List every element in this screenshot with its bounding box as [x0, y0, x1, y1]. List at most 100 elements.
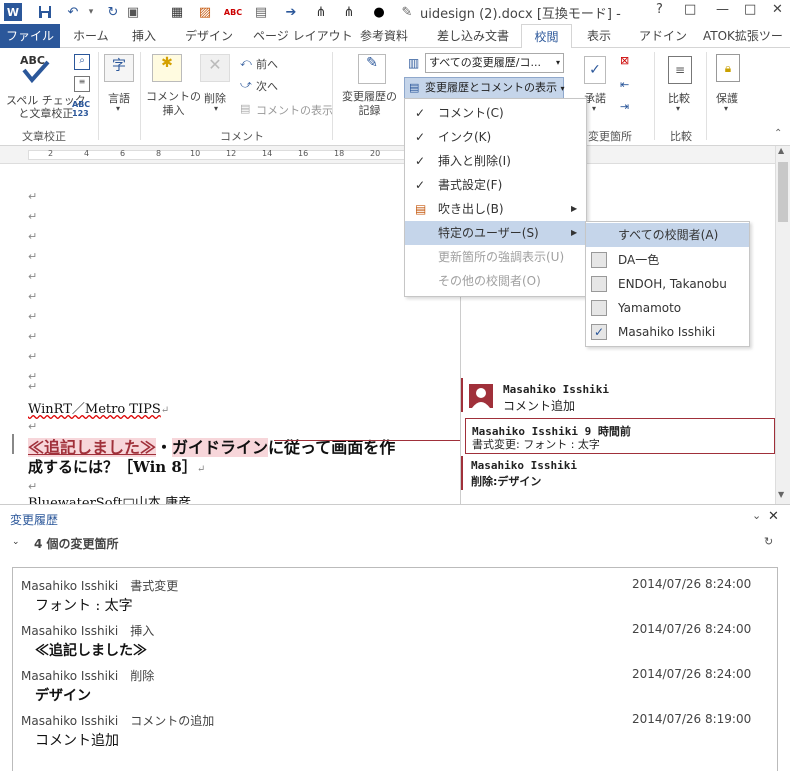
reviewers-submenu: すべての校閲者(A) DA一色 ENDOH, Takanobu Yamamoto… — [585, 221, 750, 347]
ruler-tick: 16 — [298, 149, 309, 158]
revision-content[interactable]: デザイン — [35, 685, 91, 705]
revision-header[interactable]: Masahiko Isshiki 書式変更 — [21, 577, 178, 594]
revision-content[interactable]: ≪追記しました≫ — [35, 640, 147, 660]
revision-content[interactable]: コメント追加 — [35, 730, 119, 750]
scroll-thumb[interactable] — [778, 162, 788, 222]
restore-ribbon-button[interactable]: □ — [684, 2, 696, 17]
change-bar — [12, 434, 14, 454]
thesaurus-icon[interactable]: ≡ — [74, 76, 90, 92]
collapse-ribbon-icon[interactable]: ⌃ — [774, 128, 782, 139]
menu-item-specific-people[interactable]: 特定のユーザー(S) ▶ — [405, 221, 586, 245]
research-icon[interactable]: ⌕ — [74, 54, 90, 70]
undo-icon[interactable]: ↶ — [64, 3, 82, 21]
accept-icon: ✓ — [584, 56, 606, 84]
submenu-item-reviewer[interactable]: ENDOH, Takanobu — [586, 272, 749, 296]
paragraph-mark: ↵ — [28, 250, 38, 263]
scroll-down-icon[interactable]: ▼ — [778, 490, 784, 499]
show-comments-button[interactable]: コメントの表示 — [256, 102, 333, 118]
protect-dropdown-icon[interactable]: ▾ — [724, 104, 728, 113]
revision-author: Masahiko Isshiki — [21, 579, 119, 593]
submenu-arrow-icon: ▶ — [571, 228, 578, 237]
customize-icon[interactable]: ▣ — [124, 3, 142, 21]
menu-item-balloons[interactable]: ▤ 吹き出し(B) ▶ — [405, 197, 586, 221]
help-button[interactable]: ? — [656, 2, 663, 17]
maximize-button[interactable]: □ — [744, 2, 756, 17]
new-doc-icon[interactable]: ✎ — [398, 3, 416, 21]
word-count-icon[interactable]: ABC 123 — [72, 100, 90, 118]
go-icon[interactable]: ➔ — [282, 3, 300, 21]
accept-dropdown-icon[interactable]: ▾ — [592, 104, 596, 113]
window-title: uidesign (2).docx [互換モード] - — [420, 7, 621, 22]
redo-icon[interactable]: ↻ — [104, 3, 122, 21]
close-button[interactable]: ✕ — [772, 2, 783, 17]
menu-item-ink[interactable]: ✓ インク(K) — [405, 125, 586, 149]
revision-header[interactable]: Masahiko Isshiki 削除 — [21, 667, 154, 684]
delete-dropdown-icon[interactable]: ▾ — [214, 104, 218, 113]
tab-view[interactable]: 表示 — [587, 24, 611, 48]
reviewer-checkbox[interactable] — [591, 276, 607, 292]
new-comment-button[interactable]: コメントの 挿入 — [146, 90, 201, 118]
revision-content[interactable]: フォント : 太字 — [35, 595, 133, 615]
menu-item-other-reviewers[interactable]: その他の校閲者(O) — [405, 269, 586, 293]
revision-header[interactable]: Masahiko Isshiki 挿入 — [21, 622, 154, 639]
separator-text: ・ — [156, 438, 173, 457]
tab-review[interactable]: 校閲 — [521, 24, 572, 49]
save-icon[interactable] — [36, 3, 54, 21]
inserted-text: ≪追記しました≫ — [28, 438, 157, 457]
tab-insert[interactable]: 挿入 — [132, 24, 156, 48]
refresh-icon[interactable]: ↻ — [764, 535, 773, 548]
tab-file[interactable]: ファイル — [0, 24, 60, 48]
tab-mailings[interactable]: 差し込み文書 — [437, 24, 509, 48]
revision-header[interactable]: Masahiko Isshiki コメントの追加 — [21, 712, 214, 729]
submenu-item-reviewer[interactable]: Yamamoto — [586, 296, 749, 320]
reject-icon[interactable]: ⊠ — [620, 54, 629, 67]
menu-item-formatting[interactable]: ✓ 書式設定(F) — [405, 173, 586, 197]
undo-dropdown-icon[interactable]: ▾ — [82, 3, 100, 21]
table-icon[interactable]: ▦ — [168, 3, 186, 21]
collapse-chevron-icon[interactable]: ⌄ — [12, 537, 20, 547]
abc-check-icon[interactable]: ABC — [224, 3, 242, 21]
tab-references[interactable]: 参考資料 — [360, 24, 408, 48]
language-dropdown-icon[interactable]: ▾ — [116, 104, 120, 113]
markup-select[interactable]: すべての変更履歴/コ... ▾ — [425, 53, 564, 73]
vertical-scrollbar[interactable]: ▲ ▼ — [775, 146, 790, 504]
compare-dropdown-icon[interactable]: ▾ — [676, 104, 680, 113]
show-markup-icon: ▤ — [409, 81, 420, 94]
tab-atok[interactable]: ATOK拡張ツー — [703, 24, 783, 48]
scroll-up-icon[interactable]: ▲ — [778, 146, 784, 155]
tab-addins[interactable]: アドイン — [639, 24, 687, 48]
tab-design[interactable]: デザイン — [185, 24, 233, 48]
next-change-icon[interactable]: ⇥ — [620, 100, 629, 113]
paragraph-mark: ↵ — [160, 405, 170, 416]
org-chart-icon[interactable]: ⋔ — [312, 3, 330, 21]
show-markup-button[interactable]: ▤ 変更履歴とコメントの表示 ▾ — [404, 77, 565, 99]
ball-icon[interactable]: ● — [370, 3, 388, 21]
next-comment-button[interactable]: 次へ — [256, 78, 278, 94]
check-icon[interactable]: ✓ — [591, 324, 607, 340]
picture-icon[interactable]: ▨ — [196, 3, 214, 21]
doc-heading-line-2: 成するには？［Win 8］↵ — [28, 456, 205, 477]
minimize-button[interactable]: — — [716, 2, 729, 17]
menu-item-insertions-deletions[interactable]: ✓ 挿入と削除(I) — [405, 149, 586, 173]
menu-item-highlight-updates[interactable]: 更新箇所の強調表示(U) — [405, 245, 586, 269]
tab-home[interactable]: ホーム — [73, 24, 109, 48]
balloon-format-change[interactable]: Masahiko Isshiki 9 時間前 書式変更: フォント : 太字 — [465, 418, 775, 454]
close-pane-button[interactable]: ✕ — [768, 509, 779, 524]
hierarchy-icon[interactable]: ⋔ — [340, 3, 358, 21]
comment-text[interactable]: コメント追加 — [503, 397, 575, 414]
prev-change-icon[interactable]: ⇤ — [620, 78, 629, 91]
prev-comment-button[interactable]: 前へ — [256, 56, 278, 72]
reviewer-checkbox[interactable] — [591, 300, 607, 316]
paste-icon[interactable]: ▤ — [252, 3, 270, 21]
pane-options-icon[interactable]: ⌄ — [752, 509, 761, 522]
tab-page-layout[interactable]: ページ レイアウト — [253, 24, 353, 48]
submenu-item-reviewer[interactable]: DA一色 — [586, 248, 749, 272]
markup-display-icon: ▥ — [408, 56, 420, 70]
submenu-item-reviewer[interactable]: ✓ Masahiko Isshiki — [586, 320, 749, 344]
paragraph-mark: ↵ — [28, 270, 38, 283]
reviewer-checkbox[interactable] — [591, 252, 607, 268]
menu-item-comments[interactable]: ✓ コメント(C) — [405, 101, 586, 125]
submenu-item-all-reviewers[interactable]: すべての校閲者(A) — [586, 223, 749, 247]
ruler: 2 4 6 8 10 12 14 16 18 20 22 — [0, 146, 775, 164]
track-changes-button[interactable]: 変更履歴の 記録 — [342, 90, 397, 118]
